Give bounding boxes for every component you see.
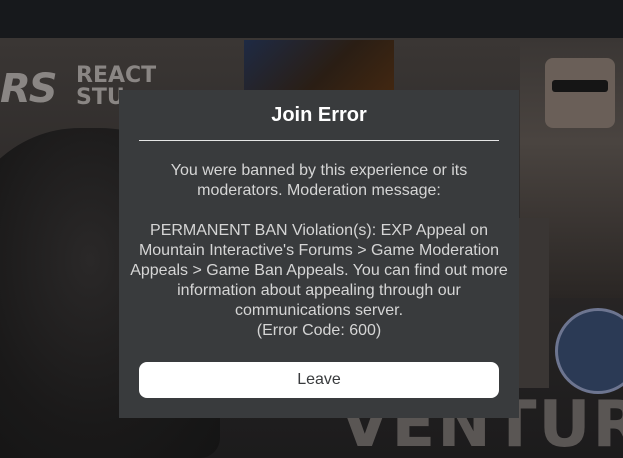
message-line: information about appealing through our <box>177 282 461 299</box>
message-line: moderators. Moderation message: <box>197 182 441 199</box>
background-character-head <box>545 58 615 128</box>
error-code: (Error Code: 600) <box>256 322 382 339</box>
leave-button[interactable]: Leave <box>139 362 499 398</box>
message-line: PERMANENT BAN Violation(s): EXP Appeal o… <box>150 222 488 239</box>
background-logo-line1: REACT <box>76 63 157 88</box>
message-line: Mountain Interactive's Forums > Game Mod… <box>138 242 500 259</box>
message-line: You were banned by this experience or it… <box>170 162 468 179</box>
background-panel-right <box>519 218 549 388</box>
dialog-title: Join Error <box>271 104 367 126</box>
error-message: You were banned by this experience or it… <box>124 161 514 341</box>
background-emblem <box>555 308 623 394</box>
background-logo-mark: RS <box>0 66 58 112</box>
title-divider <box>139 140 499 141</box>
screen: RS REACT STU VENTURA Join Error You were… <box>0 0 623 458</box>
background-character-glasses <box>552 80 608 92</box>
message-line: communications server. <box>234 302 404 319</box>
message-line: Appeals > Game Ban Appeals. You can find… <box>130 262 508 279</box>
top-bar <box>0 0 623 38</box>
